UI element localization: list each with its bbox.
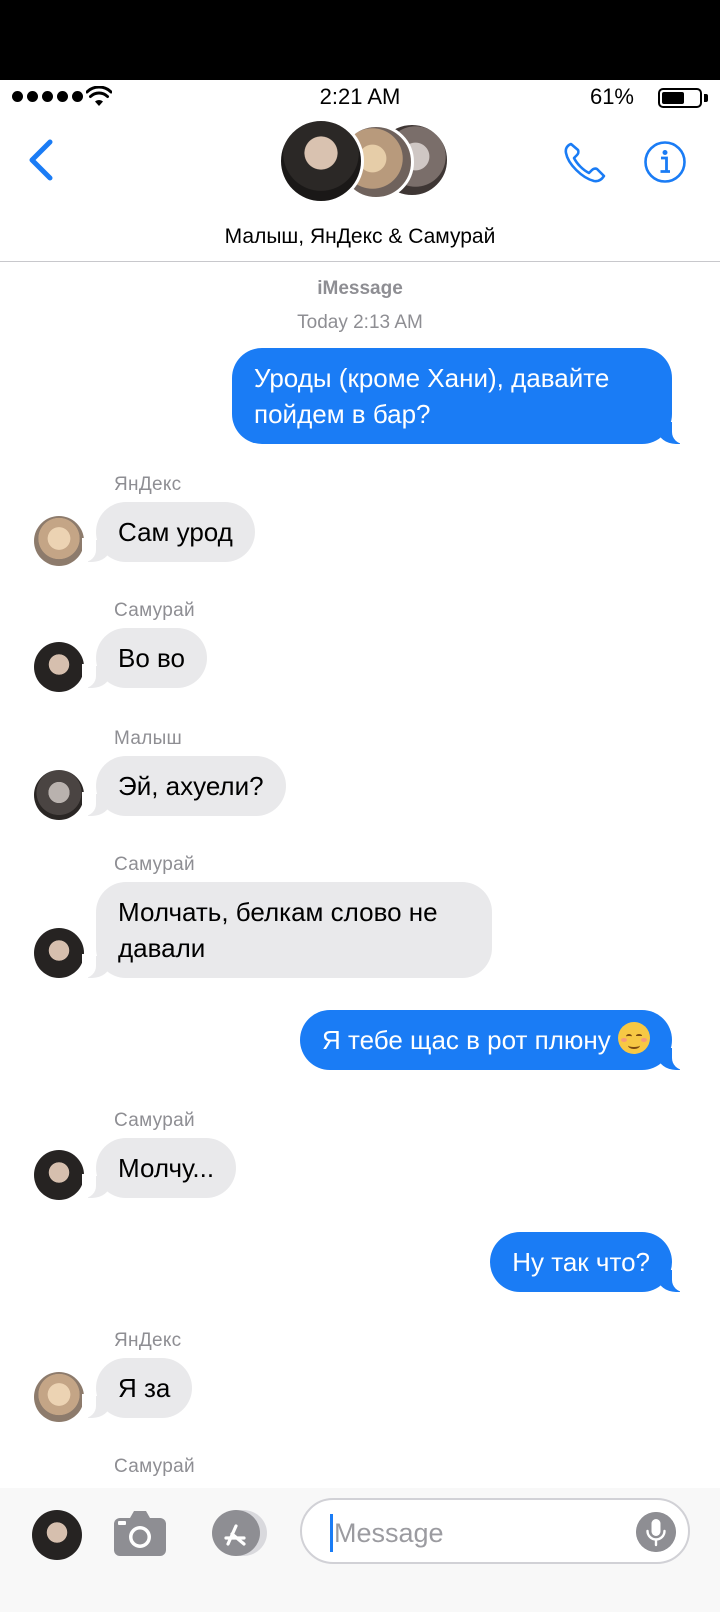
- sender-name: ЯнДекс: [114, 474, 182, 495]
- message-text: Я тебе щас в рот плюну: [321, 1025, 611, 1055]
- avatar[interactable]: [34, 516, 84, 566]
- avatar[interactable]: [32, 1510, 82, 1560]
- incoming-message[interactable]: Эй, ахуели?: [82, 756, 286, 816]
- message-input-wrapper: [300, 1498, 690, 1564]
- incoming-message[interactable]: Я за: [81, 1358, 193, 1418]
- incoming-message[interactable]: Во во: [81, 628, 208, 688]
- battery-icon: [658, 88, 702, 108]
- avatar: [278, 118, 364, 204]
- battery-tip: [704, 94, 708, 102]
- microphone-icon[interactable]: [636, 1512, 676, 1552]
- battery-percent: 61%: [589, 84, 634, 109]
- sender-name: Самурай: [114, 600, 195, 621]
- battery-fill: [662, 92, 684, 104]
- outgoing-message[interactable]: Ну так что?: [490, 1232, 686, 1292]
- sender-name: Малыш: [114, 728, 183, 749]
- sender-name: ЯнДекс: [114, 1330, 182, 1351]
- sender-name: Самурай: [114, 1110, 195, 1131]
- thread-timestamp: Today 2:13 AM: [297, 312, 423, 333]
- text-caret: [330, 1514, 333, 1552]
- top-black-bar: [0, 0, 720, 80]
- avatar[interactable]: [34, 770, 84, 820]
- avatar[interactable]: [34, 642, 84, 692]
- avatar[interactable]: [34, 1150, 84, 1200]
- group-name[interactable]: Малыш, ЯнДекс & Самурай: [0, 225, 720, 249]
- composer-bar: [0, 1488, 720, 1612]
- conversation-header: Малыш, ЯнДекс & Самурай: [0, 118, 720, 262]
- message-input[interactable]: [334, 1516, 624, 1550]
- avatar[interactable]: [34, 1372, 84, 1422]
- incoming-message[interactable]: Молчать, белкам слово не давали: [82, 882, 492, 978]
- chevron-left-icon[interactable]: [22, 136, 62, 184]
- info-icon[interactable]: [643, 140, 687, 184]
- phone-icon[interactable]: [560, 138, 610, 188]
- sender-name: Самурай: [114, 854, 195, 875]
- avatar[interactable]: [34, 928, 84, 978]
- status-bar: 2:21 AM 61%: [0, 80, 720, 118]
- incoming-message[interactable]: Сам урод: [82, 502, 255, 562]
- app-store-icon[interactable]: [204, 1508, 270, 1558]
- camera-icon[interactable]: [112, 1508, 168, 1558]
- incoming-message[interactable]: Молчу...: [81, 1138, 237, 1198]
- sender-name: Самурай: [114, 1456, 195, 1477]
- group-avatars[interactable]: [278, 118, 450, 218]
- relieved-face-emoji-icon: [618, 1022, 650, 1054]
- service-label: iMessage: [317, 278, 403, 299]
- messages-screen: 2:21 AM 61% Малыш, ЯнДекс & Самурай iMes…: [0, 80, 720, 1612]
- outgoing-message[interactable]: Я тебе щас в рот плюну: [299, 1010, 687, 1070]
- outgoing-message[interactable]: Уроды (кроме Хани), давайте пойдем в бар…: [232, 348, 686, 444]
